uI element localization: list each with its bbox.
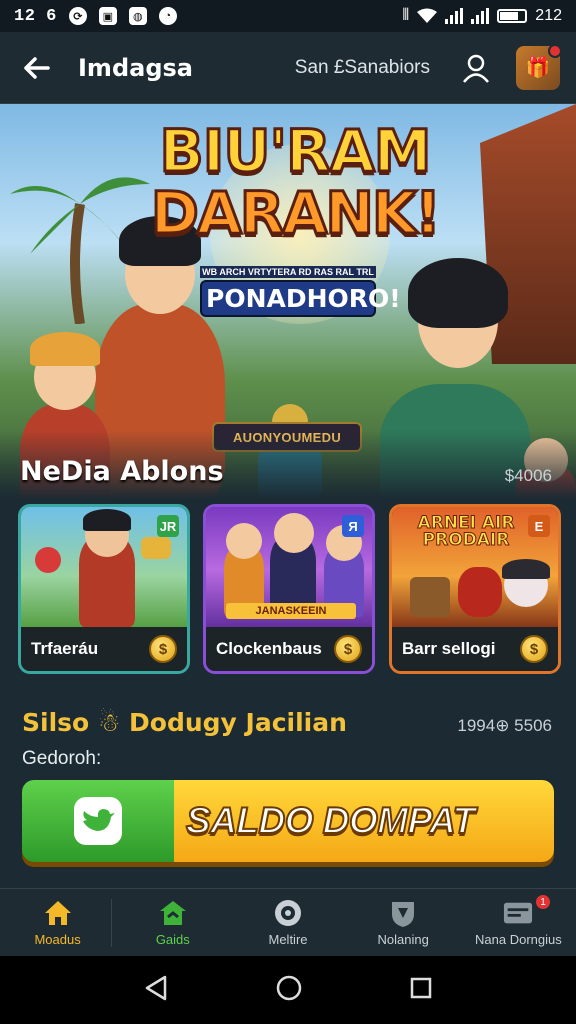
game-card-1-label: Trfaeráu (31, 639, 99, 658)
profile-button[interactable] (458, 50, 494, 86)
triangle-back-icon (145, 975, 167, 1000)
system-navigation-bar (0, 956, 576, 1024)
system-recents-button[interactable] (409, 976, 433, 1005)
battery-level: 212 (535, 7, 562, 24)
nav-item-store[interactable]: Gaids (115, 889, 230, 956)
hero-tag-small: WB ARCH VRTYTERA RD RAS RAL TRL (200, 266, 376, 278)
hero-title-line2: DARANK! (149, 179, 443, 247)
avatar[interactable]: 🎁 (516, 43, 562, 90)
game-card-3-art-caption: ARNEI AIR PRODAIR (417, 513, 515, 550)
coin-icon: $ (334, 635, 362, 663)
sync-icon: ⟳ (68, 7, 87, 25)
game-card-3[interactable]: ARNEI AIR PRODAIR E Barr sellogi $ (389, 504, 561, 674)
bird-icon (74, 797, 122, 845)
nav-item-store-label: Gaids (155, 932, 190, 947)
game-card-3-label: Barr sellogi (402, 639, 496, 658)
game-card-1-corner-badge: JR (157, 515, 179, 537)
cta-label: SALDO DOMPAT (185, 799, 476, 842)
status-right: ⦀ 212 (402, 7, 562, 25)
balance-title: Silso ☃ Dodugy Jacilian (22, 708, 347, 737)
game-card-2-corner-badge: Я (342, 515, 364, 537)
nav-item-shield-label: Nolaning (377, 932, 429, 947)
bag-icon: ◍ (128, 7, 147, 25)
bottom-navigation: Moadus Gaids Meltire Nolaning 1 Nana Dor… (0, 888, 576, 956)
nav-item-target[interactable]: Meltire (230, 889, 345, 956)
arrow-left-icon (24, 56, 50, 79)
nav-item-wallet-label: Nana Dorngius (475, 932, 562, 947)
system-home-button[interactable] (275, 974, 303, 1007)
user-icon (463, 54, 489, 83)
circle-home-icon (276, 975, 302, 1000)
wifi-icon (417, 8, 438, 23)
game-card-3-footer: Barr sellogi $ (392, 627, 558, 671)
hero-title: BIU'RAM DARANK! (149, 117, 443, 247)
notification-icon: ▣ (98, 7, 117, 25)
hero-title-line1: BIU'RAM (158, 117, 433, 185)
nav-item-home[interactable]: Moadus (0, 889, 115, 956)
nav-item-wallet[interactable]: 1 Nana Dorngius (461, 889, 576, 956)
wallet-balance-button[interactable]: SALDO DOMPAT (22, 780, 554, 862)
home-icon (43, 898, 73, 928)
status-time: 12 6 (14, 6, 57, 26)
avatar-notification-dot (548, 43, 562, 58)
cta-icon-area (22, 780, 174, 862)
nav-item-target-label: Meltire (268, 932, 308, 947)
coin-icon: $ (149, 635, 177, 663)
game-card-2-label: Clockenbaus (216, 639, 322, 658)
back-button[interactable] (16, 48, 56, 88)
clock-icon: ◔ (158, 7, 177, 25)
coin-icon: $ (520, 635, 548, 663)
shield-icon (388, 898, 418, 928)
app-screen: 12 6 ⟳ ▣ ◍ ◔ ⦀ 212 Imdagsa San £Sanabior… (0, 0, 576, 1024)
target-icon (273, 898, 303, 928)
game-card-2-footer: Clockenbaus $ (206, 627, 372, 671)
game-card-1-footer: Trfaeráu $ (21, 627, 187, 671)
game-card-2-art-caption: JANASKEEIN (226, 603, 356, 619)
app-bar: Imdagsa San £Sanabiors 🎁 (0, 32, 576, 104)
hero-tagline: WB ARCH VRTYTERA RD RAS RAL TRL PONADHOR… (200, 266, 401, 317)
wallet-icon (503, 898, 533, 928)
nav-item-shield[interactable]: Nolaning (346, 889, 461, 956)
battery-icon (497, 9, 528, 23)
app-title: Imdagsa (78, 53, 193, 82)
game-card-2[interactable]: JANASKEEIN Я Clockenbaus $ (203, 504, 375, 674)
vibrate-icon: ⦀ (402, 7, 410, 24)
section-title: NeDia Ablons (20, 456, 224, 487)
nav-item-wallet-badge: 1 (536, 895, 551, 909)
chest-icon: 🎁 (525, 57, 551, 79)
signal-icon (445, 8, 464, 24)
system-back-button[interactable] (143, 974, 169, 1007)
nav-item-home-label: Moadus (34, 932, 81, 947)
store-icon (158, 898, 188, 928)
game-card-3-corner-badge: E (528, 515, 550, 537)
game-card-1[interactable]: JR Trfaeráu $ (18, 504, 190, 674)
signal-icon-2 (471, 8, 490, 24)
balance-label: Gedoroh: (22, 748, 102, 769)
cta-text-area: SALDO DOMPAT (174, 780, 554, 862)
square-recents-icon (410, 977, 432, 998)
status-bar: 12 6 ⟳ ▣ ◍ ◔ ⦀ 212 (0, 0, 576, 32)
section-meta: $4006 (504, 466, 552, 485)
balance-meta: 1994⊕ 5506 (457, 716, 552, 735)
app-subtitle[interactable]: San £Sanabiors (295, 57, 430, 79)
hero-tag-big: PONADHORO! (200, 280, 401, 317)
hero-banner[interactable]: BIU'RAM DARANK! WB ARCH VRTYTERA RD RAS … (0, 104, 576, 500)
